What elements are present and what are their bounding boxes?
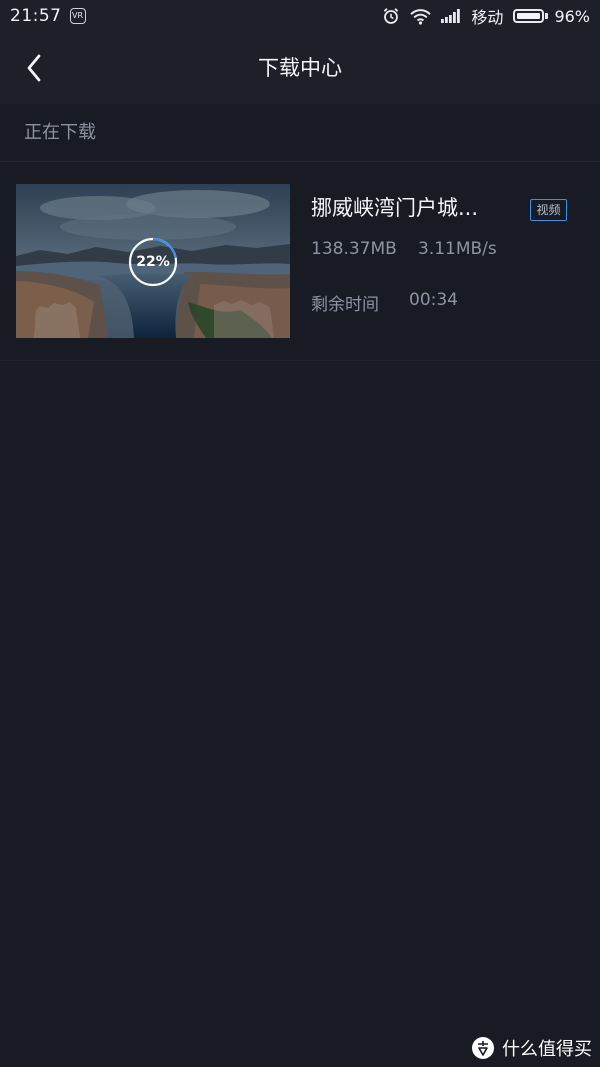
download-size: 138.37MB: [311, 239, 397, 259]
download-speed: 3.11MB/s: [418, 239, 497, 259]
progress-percent: 22%: [136, 254, 170, 270]
battery-fill: [517, 13, 540, 19]
status-right: 移动 96%: [372, 4, 590, 28]
watermark-text: 什么值得买: [502, 1039, 592, 1060]
battery-icon: [513, 9, 549, 23]
download-item[interactable]: 22% 挪威峡湾门户城... 视频 138.37MB 3.11MB/s 剩余时间…: [0, 162, 600, 361]
signal-icon: [441, 7, 461, 25]
carrier-name: 移动: [471, 8, 504, 27]
header: 下载中心: [0, 32, 600, 104]
section-label: 正在下载: [24, 122, 96, 143]
alarm-icon: [382, 7, 400, 25]
battery-percent: 96%: [554, 6, 590, 26]
status-left: 21:57 VR: [10, 6, 86, 26]
download-title[interactable]: 挪威峡湾门户城...: [311, 192, 511, 222]
wifi-icon: [410, 7, 432, 25]
vr-icon: VR: [69, 8, 86, 24]
video-thumbnail[interactable]: 22%: [16, 184, 290, 338]
status-time: 21:57: [10, 6, 62, 26]
item-divider: [0, 360, 600, 361]
battery-body: [513, 9, 545, 23]
page-title: 下载中心: [258, 56, 342, 80]
video-type-badge: 视频: [530, 199, 567, 221]
watermark-logo-icon: [472, 1037, 494, 1059]
watermark: 什么值得买: [471, 1035, 592, 1061]
status-bar: 21:57 VR 移动 96%: [0, 0, 600, 32]
battery-cap: [545, 13, 549, 19]
remaining-time-value: 00:34: [409, 290, 458, 310]
remaining-time-label: 剩余时间: [311, 295, 379, 315]
